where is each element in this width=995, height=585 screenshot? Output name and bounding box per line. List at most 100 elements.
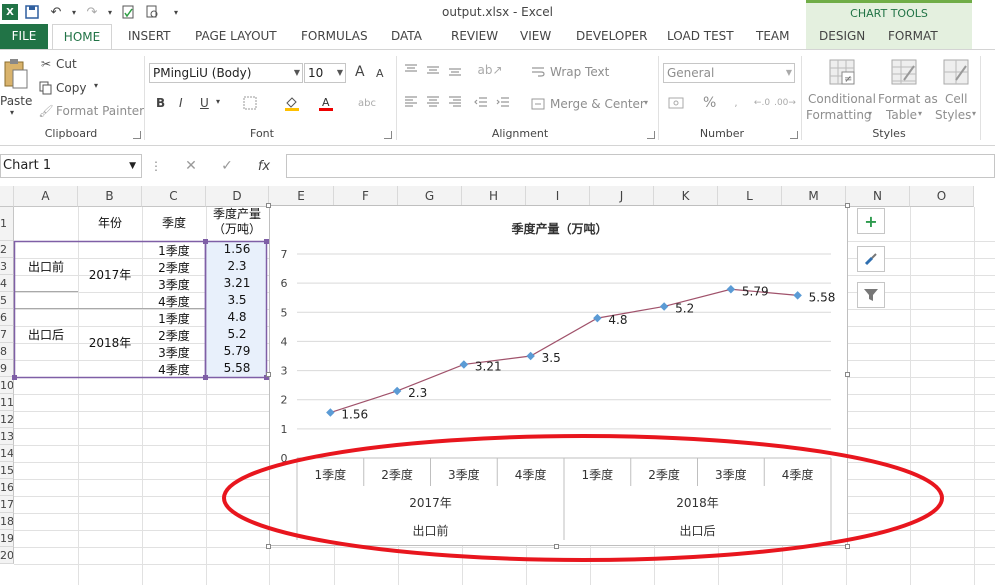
fill-color-icon[interactable]: [282, 94, 302, 112]
tab-file[interactable]: FILE: [0, 24, 48, 49]
tab-load-test[interactable]: LOAD TEST: [667, 24, 734, 49]
column-header[interactable]: K: [654, 186, 718, 207]
decrease-decimal-icon[interactable]: .00→: [774, 94, 796, 112]
insert-function-button[interactable]: fx: [252, 156, 276, 176]
align-middle-icon[interactable]: [424, 62, 442, 78]
align-left-icon[interactable]: [402, 94, 420, 110]
chart-filters-button[interactable]: [857, 282, 885, 308]
tab-page-layout[interactable]: PAGE LAYOUT: [195, 24, 277, 49]
column-header[interactable]: M: [782, 186, 846, 207]
tab-team[interactable]: TEAM: [756, 24, 789, 49]
increase-decimal-icon[interactable]: ←.0: [752, 94, 772, 112]
row-header[interactable]: 16: [0, 479, 14, 496]
data-label[interactable]: 2.3: [408, 386, 427, 400]
merge-dropdown-icon[interactable]: ▾: [644, 98, 648, 107]
name-box[interactable]: Chart 1 ▼: [0, 154, 142, 178]
chart-resize-handle[interactable]: [845, 372, 850, 377]
data-label[interactable]: 3.21: [475, 359, 502, 373]
accounting-format-icon[interactable]: [666, 94, 690, 112]
row-header[interactable]: 19: [0, 530, 14, 547]
font-color-icon[interactable]: A: [316, 94, 336, 112]
chart-resize-handle[interactable]: [266, 372, 271, 377]
row-header[interactable]: 11: [0, 394, 14, 411]
increase-indent-icon[interactable]: [494, 94, 512, 110]
align-bottom-icon[interactable]: [446, 62, 464, 78]
format-painter-icon[interactable]: 🖌: [38, 103, 54, 119]
column-header[interactable]: N: [846, 186, 910, 207]
chart-resize-handle[interactable]: [845, 203, 850, 208]
series-line[interactable]: [330, 288, 798, 414]
data-point-marker[interactable]: [326, 408, 335, 417]
tab-format[interactable]: FORMAT: [888, 24, 938, 49]
data-label[interactable]: 1.56: [341, 408, 368, 422]
tab-formulas[interactable]: FORMULAS: [301, 24, 368, 49]
font-size-select[interactable]: 10 ▼: [304, 63, 346, 83]
number-launcher-icon[interactable]: [790, 131, 798, 139]
tab-data[interactable]: DATA: [391, 24, 422, 49]
column-header[interactable]: L: [718, 186, 782, 207]
orientation-icon[interactable]: ab↗: [477, 62, 502, 78]
merge-center-icon[interactable]: [530, 96, 546, 112]
row-header[interactable]: 14: [0, 445, 14, 462]
tab-insert[interactable]: INSERT: [128, 24, 171, 49]
data-label[interactable]: 4.8: [608, 313, 627, 327]
shrink-font-button[interactable]: A: [376, 67, 384, 80]
row-header[interactable]: 12: [0, 411, 14, 428]
data-label[interactable]: 5.2: [675, 301, 694, 315]
tab-design[interactable]: DESIGN: [819, 24, 865, 49]
align-center-icon[interactable]: [424, 94, 442, 110]
number-format-select[interactable]: General ▼: [663, 63, 795, 83]
data-label[interactable]: 3.5: [542, 351, 561, 365]
percent-button[interactable]: %: [703, 95, 716, 111]
chart-styles-button[interactable]: [857, 246, 885, 272]
more-options-icon[interactable]: ⋮: [150, 156, 162, 176]
chart-resize-handle[interactable]: [266, 203, 271, 208]
column-header[interactable]: G: [398, 186, 462, 207]
line-chart[interactable]: 季度产量（万吨） 0 1 2 3 4 5 6 7 1季度 2季度 3季度 4季度 1季度 2季度 3季度 4季…: [269, 205, 848, 546]
cancel-entry-button[interactable]: ✕: [180, 156, 202, 176]
chart-resize-handle[interactable]: [845, 544, 850, 549]
chart-elements-button[interactable]: +: [857, 208, 885, 234]
underline-dropdown-icon[interactable]: ▾: [216, 97, 220, 106]
paste-dropdown-icon[interactable]: ▾: [10, 108, 14, 117]
bold-button[interactable]: B: [156, 96, 165, 110]
data-point-marker[interactable]: [659, 302, 669, 311]
decrease-indent-icon[interactable]: [472, 94, 490, 110]
data-point-marker[interactable]: [526, 351, 535, 361]
cut-button[interactable]: Cut: [56, 57, 77, 71]
conditional-formatting-button[interactable]: Conditional: [808, 92, 876, 106]
column-header[interactable]: O: [910, 186, 974, 207]
comma-style-icon[interactable]: ,: [726, 94, 746, 112]
chart-plot-area[interactable]: 0 1 2 3 4 5 6 7 1季度 2季度 3季度 4季度 1季度 2季度 3季度 4季度 2017年 201…: [270, 206, 849, 547]
format-as-table-icon[interactable]: [888, 56, 920, 88]
align-top-icon[interactable]: [402, 62, 420, 78]
data-point-marker[interactable]: [793, 291, 802, 300]
format-painter-button[interactable]: Format Painter: [56, 104, 144, 118]
phonetic-icon[interactable]: abc: [356, 94, 378, 112]
format-as-table-button[interactable]: Format as: [878, 92, 938, 106]
column-header[interactable]: H: [462, 186, 526, 207]
cell-styles-icon[interactable]: [940, 56, 972, 88]
grow-font-button[interactable]: A: [355, 64, 365, 80]
font-launcher-icon[interactable]: [384, 131, 392, 139]
format-as-table-dropdown-icon[interactable]: ▾: [918, 109, 922, 118]
chart-resize-handle[interactable]: [266, 544, 271, 549]
column-header[interactable]: I: [526, 186, 590, 207]
cell-styles-button[interactable]: Cell: [945, 92, 967, 106]
copy-button[interactable]: Copy: [56, 81, 86, 95]
copy-icon[interactable]: [38, 80, 54, 96]
row-header[interactable]: 15: [0, 462, 14, 479]
paste-button[interactable]: Paste: [0, 94, 32, 108]
wrap-text-icon[interactable]: [530, 64, 546, 80]
tab-review[interactable]: REVIEW: [451, 24, 498, 49]
row-header[interactable]: 17: [0, 496, 14, 513]
row-header[interactable]: 18: [0, 513, 14, 530]
data-point-marker[interactable]: [593, 313, 602, 323]
column-header[interactable]: F: [334, 186, 398, 207]
italic-button[interactable]: I: [179, 96, 183, 110]
scissors-icon[interactable]: ✂: [38, 56, 54, 72]
row-header[interactable]: 20: [0, 547, 14, 564]
data-point-marker[interactable]: [726, 285, 736, 294]
merge-center-button[interactable]: Merge & Center: [550, 97, 645, 111]
chart-resize-handle[interactable]: [554, 544, 559, 549]
